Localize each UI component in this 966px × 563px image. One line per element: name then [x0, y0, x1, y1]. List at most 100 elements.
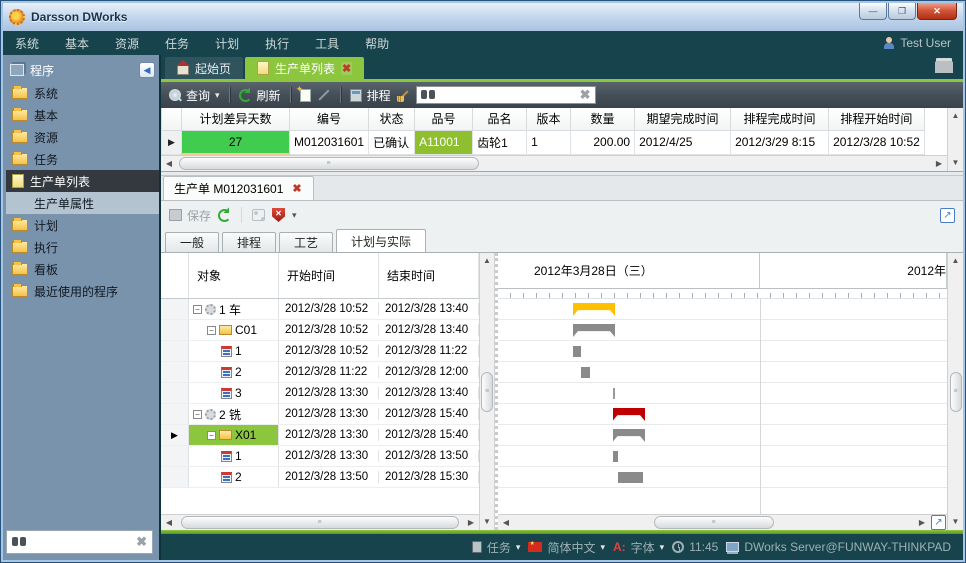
- gantt-row[interactable]: [498, 404, 947, 425]
- object-cell[interactable]: −C01: [189, 320, 279, 340]
- menu-item-帮助[interactable]: 帮助: [365, 37, 389, 51]
- grid-column-品号[interactable]: 品号: [415, 108, 473, 130]
- grid-column-排程开始时间[interactable]: 排程开始时间: [829, 108, 925, 130]
- scroll-down-icon[interactable]: ▼: [952, 155, 960, 171]
- schedule-button[interactable]: 排程: [350, 87, 391, 104]
- tab-close-icon[interactable]: ✖: [341, 62, 352, 75]
- scroll-right-icon[interactable]: ▶: [463, 518, 479, 527]
- scroll-right-icon[interactable]: ▶: [931, 159, 947, 168]
- table-row[interactable]: −2 铣2012/3/28 13:302012/3/28 15:40: [161, 404, 479, 425]
- sidebar-item-最近使用的程序[interactable]: 最近使用的程序: [6, 280, 159, 302]
- gantt-bar-X01[interactable]: [613, 429, 646, 442]
- sidebar-item-基本[interactable]: 基本: [6, 104, 159, 126]
- object-cell[interactable]: 2: [189, 362, 279, 382]
- gantt-hscrollbar[interactable]: ◀ ≡ ▶ ↗: [498, 514, 947, 530]
- table-vscrollbar[interactable]: ▲ ≡ ▼: [479, 253, 494, 530]
- sidebar-search-clear-icon[interactable]: ✖: [136, 534, 147, 550]
- gantt-row[interactable]: [498, 383, 947, 404]
- scroll-right-icon[interactable]: ▶: [914, 518, 930, 527]
- object-cell[interactable]: 3: [189, 383, 279, 403]
- grid-column-状态[interactable]: 状态: [369, 108, 415, 130]
- grid-row[interactable]: ▶27M012031601已确认A11001齿轮11200.002012/4/2…: [162, 130, 925, 154]
- query-caret-icon[interactable]: ▾: [215, 90, 220, 101]
- table-hscrollbar[interactable]: ◀ ≡ ▶: [161, 514, 479, 530]
- sidebar-item-任务[interactable]: 任务: [6, 148, 159, 170]
- table-row[interactable]: 12012/3/28 13:302012/3/28 13:50: [161, 446, 479, 467]
- sidebar-item-执行[interactable]: 执行: [6, 236, 159, 258]
- gantt-row[interactable]: [498, 320, 947, 341]
- maximize-button[interactable]: ❐: [888, 3, 916, 20]
- shield-icon[interactable]: ✕: [272, 208, 285, 222]
- sidebar-item-计划[interactable]: 计划: [6, 214, 159, 236]
- menu-item-工具[interactable]: 工具: [315, 37, 339, 51]
- sidebar-search-box[interactable]: ✖: [6, 530, 153, 554]
- table-row-selected[interactable]: ▶−X012012/3/28 13:302012/3/28 15:40: [161, 425, 479, 446]
- menu-item-基本[interactable]: 基本: [65, 37, 89, 51]
- sidebar-item-系统[interactable]: 系统: [6, 82, 159, 104]
- grid-vscrollbar[interactable]: ▲ ▼: [947, 108, 963, 171]
- gantt-row[interactable]: [498, 362, 947, 383]
- tree-collapse-icon[interactable]: −: [207, 326, 216, 335]
- gantt-bar-1[interactable]: [613, 451, 618, 462]
- sidebar-collapse-button[interactable]: ◀: [139, 62, 155, 78]
- grid-column-排程完成时间[interactable]: 排程完成时间: [731, 108, 829, 130]
- grid-column-计划差异天数[interactable]: 计划差异天数: [182, 108, 290, 130]
- scroll-down-icon[interactable]: ▼: [483, 514, 491, 530]
- toolbar-search-box[interactable]: ✖: [416, 86, 596, 104]
- sidebar-item-资源[interactable]: 资源: [6, 126, 159, 148]
- order-tab-close-icon[interactable]: ✖: [291, 182, 302, 195]
- open-new-window-icon[interactable]: ↗: [940, 208, 955, 223]
- refresh-button[interactable]: 刷新: [239, 87, 281, 104]
- language-selector[interactable]: 简体中文▾: [528, 539, 605, 556]
- detail-refresh-icon[interactable]: [218, 209, 231, 222]
- routing-icon[interactable]: [252, 209, 265, 221]
- scroll-left-icon[interactable]: ◀: [498, 518, 514, 527]
- table-row[interactable]: 32012/3/28 13:302012/3/28 13:40: [161, 383, 479, 404]
- printer-icon[interactable]: [935, 61, 953, 73]
- gantt-bar-1[interactable]: [573, 346, 581, 357]
- menu-item-计划[interactable]: 计划: [215, 37, 239, 51]
- gantt-row[interactable]: [498, 299, 947, 320]
- menu-item-任务[interactable]: 任务: [165, 37, 189, 51]
- toolbar-search-clear-icon[interactable]: ✖: [580, 87, 591, 103]
- menu-item-系统[interactable]: 系统: [15, 37, 39, 51]
- object-cell[interactable]: 1: [189, 446, 279, 466]
- shield-caret-icon[interactable]: ▾: [292, 210, 297, 221]
- gantt-row[interactable]: [498, 341, 947, 362]
- scroll-left-icon[interactable]: ◀: [161, 159, 177, 168]
- menu-item-执行[interactable]: 执行: [265, 37, 289, 51]
- object-cell[interactable]: −X01: [189, 425, 279, 445]
- gantt-bar-2[interactable]: [581, 367, 591, 378]
- gantt-vscrollbar[interactable]: ▲ ≡ ▼: [947, 253, 963, 530]
- object-cell[interactable]: −1 车: [189, 299, 279, 319]
- gantt-bar-C01[interactable]: [573, 324, 615, 337]
- query-button[interactable]: 查询 ▾: [169, 87, 220, 104]
- scroll-up-icon[interactable]: ▲: [483, 253, 491, 269]
- grid-column-版本[interactable]: 版本: [527, 108, 571, 130]
- tree-collapse-icon[interactable]: −: [193, 305, 202, 314]
- font-selector[interactable]: A: 字体▾: [613, 539, 664, 556]
- current-user[interactable]: Test User: [883, 36, 951, 50]
- object-cell[interactable]: 1: [189, 341, 279, 361]
- scroll-left-icon[interactable]: ◀: [161, 518, 177, 527]
- gantt-row[interactable]: [498, 467, 947, 488]
- save-button[interactable]: 保存: [169, 207, 211, 224]
- scroll-up-icon[interactable]: ▲: [952, 108, 960, 124]
- tab-生产单列表[interactable]: 生产单列表✖: [245, 57, 364, 79]
- gantt-bar-1 车[interactable]: [573, 303, 615, 316]
- gantt-bar-2 铣[interactable]: [613, 408, 646, 421]
- subtab-工艺[interactable]: 工艺: [279, 232, 333, 252]
- grid-hscrollbar[interactable]: ◀ ≡ ▶: [161, 155, 947, 171]
- menu-item-资源[interactable]: 资源: [115, 37, 139, 51]
- object-cell[interactable]: 2: [189, 467, 279, 487]
- sidebar-item-生产单属性[interactable]: 生产单属性: [6, 192, 159, 214]
- order-document-tab[interactable]: 生产单 M012031601 ✖: [163, 176, 314, 200]
- clean-button[interactable]: [397, 89, 410, 102]
- tree-collapse-icon[interactable]: −: [207, 431, 216, 440]
- grid-column-编号[interactable]: 编号: [290, 108, 369, 130]
- tab-起始页[interactable]: 起始页: [165, 57, 243, 79]
- scroll-down-icon[interactable]: ▼: [952, 514, 960, 530]
- close-button[interactable]: ✕: [917, 3, 957, 20]
- gantt-bar-2[interactable]: [618, 472, 643, 483]
- subtab-一般[interactable]: 一般: [165, 232, 219, 252]
